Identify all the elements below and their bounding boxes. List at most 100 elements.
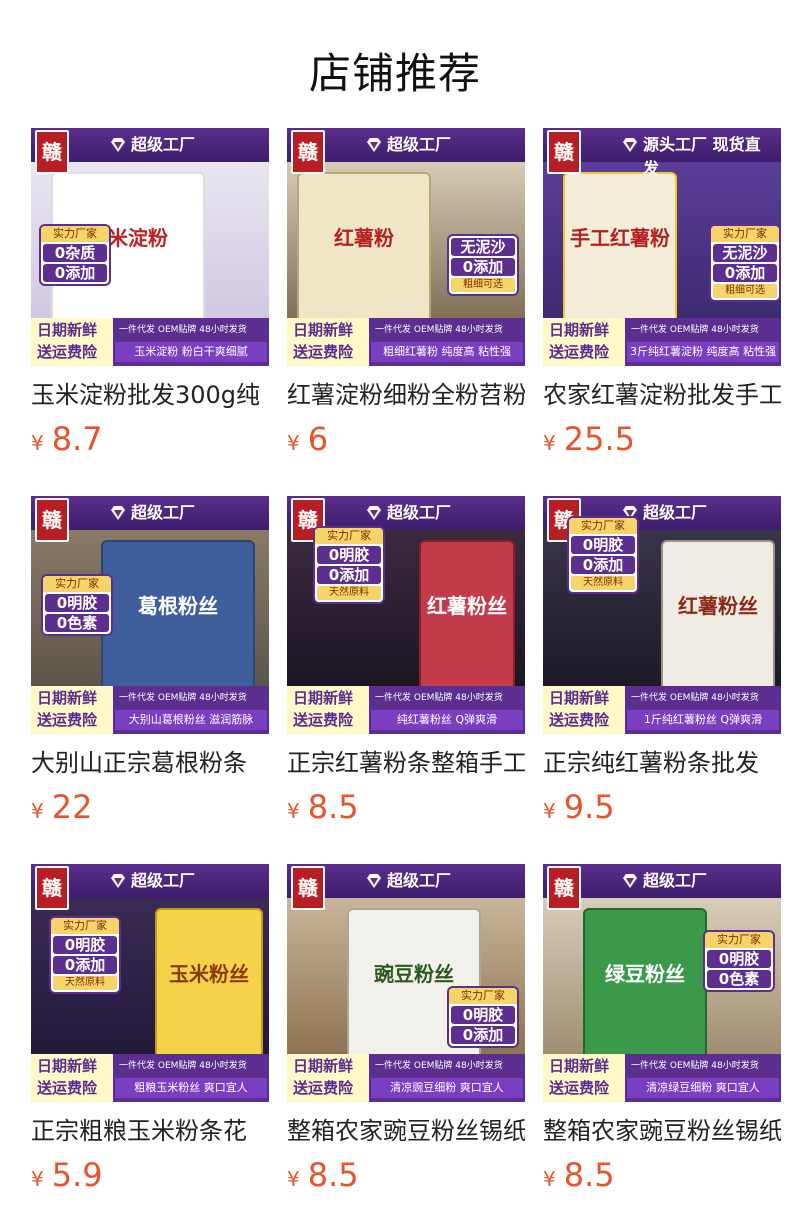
package-label: 玉米粉丝: [169, 962, 249, 986]
badge-line: 无泥沙: [451, 238, 515, 256]
product-title[interactable]: 正宗红薯粉条整箱手工: [287, 748, 525, 778]
product-package: 绿豆粉丝: [583, 908, 707, 1062]
price-value: 8.5: [307, 788, 359, 826]
badge-line: 0添加: [317, 566, 381, 584]
brand-logo: 赣: [547, 866, 581, 910]
product-title[interactable]: 大别山正宗葛根粉条: [31, 748, 269, 778]
badge-subtitle: 天然原料: [53, 976, 117, 990]
promo-left: 日期新鲜 送运费险: [287, 1054, 369, 1102]
badge-line: 0明胶: [707, 950, 771, 968]
badge-line: 0添加: [451, 1026, 515, 1044]
product-image[interactable]: 红薯粉丝 超级工厂 赣 实力厂家 0明胶 0添加 天然原料 日期新鲜 送运费险 一件代…: [287, 496, 525, 734]
brand-logo: 赣: [35, 866, 69, 910]
product-package: 葛根粉丝: [101, 540, 255, 694]
price-value: 9.5: [563, 788, 615, 826]
currency-symbol: ¥: [287, 799, 300, 823]
currency-symbol: ¥: [287, 1167, 300, 1191]
promo-line-2: 送运费险: [549, 711, 610, 729]
badge-subtitle: 天然原料: [571, 576, 635, 590]
feature-badge: 实力厂家 0明胶 0添加: [447, 986, 519, 1048]
product-image[interactable]: 绿豆粉丝 超级工厂 赣 实力厂家 0明胶 0色素 日期新鲜 送运费险 一件代发 OE…: [543, 864, 781, 1102]
product-title[interactable]: 整箱农家豌豆粉丝锡纸: [543, 1116, 781, 1146]
product-price: ¥9.5: [543, 788, 615, 826]
product-package: 红薯粉丝: [661, 540, 775, 694]
badge-line: 0明胶: [53, 936, 117, 954]
product-price: ¥8.7: [31, 420, 103, 458]
badge-line: 0明胶: [571, 536, 635, 554]
product-package: 红薯粉丝: [419, 540, 515, 694]
product-price: ¥6: [287, 420, 328, 458]
product-price: ¥8.5: [287, 1156, 359, 1194]
promo-line-2: 送运费险: [37, 343, 98, 361]
package-label: 手工红薯粉: [570, 226, 670, 250]
product-image[interactable]: 红薯粉 超级工厂 赣 无泥沙 0添加 粗细可选 日期新鲜 送运费险 一件代发 OEM…: [287, 128, 525, 366]
factory-label: 超级工厂: [359, 501, 463, 525]
factory-label-text: 超级工厂: [131, 871, 196, 890]
price-value: 5.9: [51, 1156, 103, 1194]
product-image[interactable]: 葛根粉丝 超级工厂 赣 实力厂家 0明胶 0色素 日期新鲜 送运费险 一件代发 OE…: [31, 496, 269, 734]
product-title[interactable]: 整箱农家豌豆粉丝锡纸: [287, 1116, 525, 1146]
promo-line-2: 送运费险: [293, 1079, 354, 1097]
currency-symbol: ¥: [31, 1167, 44, 1191]
diamond-icon: [367, 506, 381, 520]
product-image[interactable]: 豌豆粉丝 超级工厂 赣 实力厂家 0明胶 0添加 日期新鲜 送运费险 一件代发 OE…: [287, 864, 525, 1102]
product-price: ¥5.9: [31, 1156, 103, 1194]
product-tagline: 清凉豌豆细粉 爽口宜人: [371, 1078, 523, 1098]
diamond-icon: [623, 874, 637, 888]
factory-label-text: 超级工厂: [131, 135, 196, 154]
promo-left: 日期新鲜 送运费险: [543, 686, 625, 734]
promo-line-1: 日期新鲜: [549, 321, 610, 339]
promo-left: 日期新鲜 送运费险: [31, 318, 113, 366]
promo-left: 日期新鲜 送运费险: [31, 1054, 113, 1102]
package-label: 葛根粉丝: [138, 594, 218, 618]
product-price: ¥8.5: [287, 788, 359, 826]
promo-bar: 日期新鲜 送运费险 一件代发 OEM贴牌 48小时发货 玉米淀粉 粉白干爽细腻: [31, 318, 269, 366]
badge-line: 0添加: [451, 258, 515, 276]
product-image[interactable]: 玉米粉丝 超级工厂 赣 实力厂家 0明胶 0添加 天然原料 日期新鲜 送运费险 一件代…: [31, 864, 269, 1102]
badge-subtitle: 天然原料: [317, 586, 381, 600]
package-label: 红薯粉丝: [427, 594, 507, 618]
badge-title: 实力厂家: [51, 918, 119, 934]
badge-title: 实力厂家: [569, 518, 637, 534]
product-title[interactable]: 正宗纯红薯粉条批发: [543, 748, 781, 778]
price-value: 6: [307, 420, 329, 458]
product-tagline: 纯红薯粉丝 Q弹爽滑: [371, 710, 523, 730]
product-price: ¥25.5: [543, 420, 635, 458]
badge-subtitle: 粗细可选: [713, 284, 777, 298]
product-title[interactable]: 红薯淀粉细粉全粉苕粉: [287, 380, 525, 410]
promo-line-1: 日期新鲜: [37, 1057, 98, 1075]
factory-label-text: 超级工厂: [643, 871, 708, 890]
product-title[interactable]: 正宗粗粮玉米粉条花: [31, 1116, 269, 1146]
product-tagline: 玉米淀粉 粉白干爽细腻: [115, 342, 267, 362]
promo-left: 日期新鲜 送运费险: [287, 318, 369, 366]
product-image[interactable]: 红薯粉丝 超级工厂 赣 实力厂家 0明胶 0添加 天然原料 日期新鲜 送运费险 一件代…: [543, 496, 781, 734]
diamond-icon: [111, 138, 125, 152]
promo-bar: 日期新鲜 送运费险 一件代发 OEM贴牌 48小时发货 清凉绿豆细粉 爽口宜人: [543, 1054, 781, 1102]
product-tagline: 粗细红薯粉 纯度高 粘性强: [371, 342, 523, 362]
currency-symbol: ¥: [543, 1167, 556, 1191]
feature-badge: 实力厂家 0明胶 0色素: [41, 574, 113, 636]
diamond-icon: [623, 138, 637, 152]
promo-service-text: 一件代发 OEM贴牌 48小时发货: [631, 325, 759, 335]
promo-bar: 日期新鲜 送运费险 一件代发 OEM贴牌 48小时发货 纯红薯粉丝 Q弹爽滑: [287, 686, 525, 734]
factory-label-text: 超级工厂: [643, 503, 708, 522]
feature-badge: 实力厂家 0明胶 0添加 天然原料: [313, 526, 385, 604]
product-tagline: 3斤纯红薯淀粉 纯度高 粘性强: [627, 342, 779, 362]
currency-symbol: ¥: [543, 431, 556, 455]
feature-badge: 实力厂家 0明胶 0色素: [703, 930, 775, 992]
badge-title: 实力厂家: [315, 528, 383, 544]
product-image[interactable]: 手工红薯粉 源头工厂 现货直发 赣 实力厂家 无泥沙 0添加 粗细可选 日期新鲜 送运…: [543, 128, 781, 366]
product-image[interactable]: 玉米淀粉 超级工厂 赣 实力厂家 0杂质 0添加 日期新鲜 送运费险 一件代发 OE…: [31, 128, 269, 366]
promo-bar: 日期新鲜 送运费险 一件代发 OEM贴牌 48小时发货 大别山葛根粉丝 滋润筋脉: [31, 686, 269, 734]
product-title[interactable]: 玉米淀粉批发300g纯: [31, 380, 269, 410]
product-title[interactable]: 农家红薯淀粉批发手工: [543, 380, 781, 410]
promo-service-text: 一件代发 OEM贴牌 48小时发货: [375, 693, 503, 703]
promo-line-2: 送运费险: [293, 711, 354, 729]
promo-bar: 日期新鲜 送运费险 一件代发 OEM贴牌 48小时发货 清凉豌豆细粉 爽口宜人: [287, 1054, 525, 1102]
brand-logo: 赣: [291, 130, 325, 174]
feature-badge: 无泥沙 0添加 粗细可选: [447, 234, 519, 296]
feature-badge: 实力厂家 0明胶 0添加天然原料: [567, 516, 639, 594]
badge-line: 0添加: [571, 556, 635, 574]
promo-bar: 日期新鲜 送运费险 一件代发 OEM贴牌 48小时发货 粗粮玉米粉丝 爽口宜人: [31, 1054, 269, 1102]
factory-label-text: 超级工厂: [387, 503, 452, 522]
